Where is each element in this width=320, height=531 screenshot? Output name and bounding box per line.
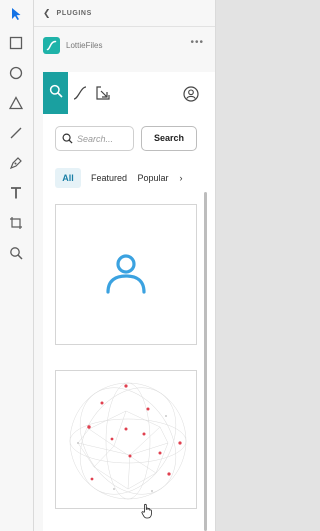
- select-tool[interactable]: [5, 5, 27, 27]
- triangle-icon: [8, 95, 24, 115]
- user-icon: [104, 250, 148, 299]
- plugin-tab-bar: [43, 72, 215, 114]
- polygon-tool[interactable]: [5, 94, 27, 116]
- arrow-pointer-icon: [9, 7, 23, 26]
- plugins-panel: ❮ PLUGINS LottieFiles ••• Search... Sear…: [34, 0, 216, 531]
- plugins-title[interactable]: PLUGINS: [57, 10, 92, 17]
- animate-curve-icon[interactable]: [73, 86, 87, 100]
- ellipse-tool[interactable]: [5, 64, 27, 86]
- network-sphere-icon: [56, 382, 196, 508]
- filter-popular[interactable]: Popular: [135, 168, 171, 188]
- import-arrow-icon[interactable]: [96, 86, 110, 100]
- chevron-right-icon[interactable]: ›: [176, 168, 186, 188]
- artboard-tool[interactable]: [5, 214, 27, 236]
- ellipse-icon: [9, 66, 23, 85]
- search-field-icon: [62, 133, 73, 144]
- filter-all[interactable]: All: [55, 168, 81, 188]
- animation-card[interactable]: [55, 370, 197, 509]
- pen-tool[interactable]: [5, 154, 27, 176]
- pen-icon: [9, 156, 23, 175]
- zoom-tool[interactable]: [5, 244, 27, 266]
- tab-search[interactable]: [43, 72, 68, 114]
- line-icon: [9, 126, 23, 145]
- chevron-left-icon[interactable]: ❮: [43, 8, 51, 19]
- text-icon: [9, 186, 23, 205]
- plugin-content: Search All Featured Popular ›: [43, 72, 215, 531]
- line-tool[interactable]: [5, 124, 27, 146]
- plugin-name: LottieFiles: [66, 40, 103, 50]
- rectangle-icon: [9, 36, 23, 55]
- tool-bar: [0, 0, 34, 531]
- search-icon: [49, 84, 63, 103]
- filter-featured[interactable]: Featured: [89, 168, 129, 188]
- lottiefiles-logo-icon: [43, 36, 60, 54]
- text-tool[interactable]: [5, 184, 27, 206]
- account-icon[interactable]: [183, 86, 199, 102]
- rectangle-tool[interactable]: [5, 34, 27, 56]
- search-field: [55, 126, 134, 151]
- search-input[interactable]: [77, 133, 127, 144]
- panel-header: ❮ PLUGINS: [34, 0, 215, 27]
- filter-tabs: All Featured Popular ›: [55, 168, 215, 188]
- artboard-icon: [9, 216, 23, 235]
- scrollbar[interactable]: [204, 192, 207, 531]
- animation-card[interactable]: [55, 204, 197, 345]
- more-options-icon[interactable]: •••: [190, 37, 204, 48]
- search-button[interactable]: Search: [141, 126, 197, 151]
- plugin-row: LottieFiles •••: [34, 31, 215, 59]
- hand-cursor-icon: [140, 503, 154, 519]
- zoom-icon: [9, 246, 23, 265]
